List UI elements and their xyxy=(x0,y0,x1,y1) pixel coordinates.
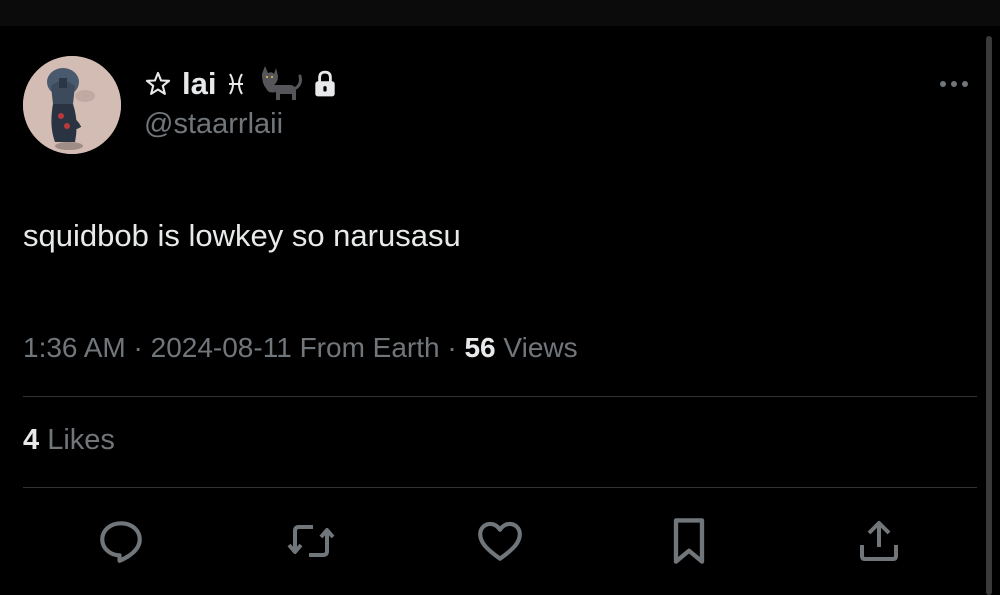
views-count[interactable]: 56 xyxy=(464,332,495,363)
bookmark-icon xyxy=(673,518,705,564)
tweet-time[interactable]: 1:36 AM xyxy=(23,332,126,363)
divider xyxy=(23,396,977,397)
likes-label: Likes xyxy=(47,424,115,456)
tweet-location: From Earth xyxy=(299,332,440,363)
avatar-image xyxy=(23,56,121,154)
dot-icon xyxy=(962,81,968,87)
dot-icon xyxy=(951,81,957,87)
bookmark-button[interactable] xyxy=(660,512,718,570)
scrollbar[interactable] xyxy=(986,36,992,595)
more-options-button[interactable] xyxy=(930,70,978,98)
meta-separator: · xyxy=(447,332,457,363)
tweet-meta: 1:36 AM · 2024-08-11 From Earth · 56 Vie… xyxy=(23,332,578,364)
author-name-row: lai xyxy=(144,64,338,104)
tweet-date[interactable]: 2024-08-11 xyxy=(151,332,292,363)
tweet-text: squidbob is lowkey so narusasu xyxy=(23,218,461,253)
like-button[interactable] xyxy=(471,512,529,570)
reply-button[interactable] xyxy=(92,512,150,570)
retweet-icon xyxy=(287,525,335,557)
like-icon xyxy=(478,521,522,561)
black-cat-icon xyxy=(256,64,303,104)
star-outline-icon xyxy=(144,70,172,98)
pisces-glyph-icon xyxy=(226,70,246,98)
lock-icon xyxy=(312,70,338,98)
likes-stat[interactable]: 4 Likes xyxy=(23,424,115,457)
reply-icon xyxy=(100,521,142,563)
divider xyxy=(23,487,977,488)
share-icon xyxy=(860,521,898,561)
avatar[interactable] xyxy=(23,56,121,154)
likes-count: 4 xyxy=(23,424,40,456)
author-handle[interactable]: @staarrlaii xyxy=(144,108,283,141)
dot-icon xyxy=(940,81,946,87)
meta-separator: · xyxy=(133,332,143,363)
views-label[interactable]: Views xyxy=(503,332,577,363)
author-display-name[interactable]: lai xyxy=(182,66,216,102)
share-button[interactable] xyxy=(850,512,908,570)
retweet-button[interactable] xyxy=(282,512,340,570)
top-status-strip xyxy=(0,0,1000,26)
